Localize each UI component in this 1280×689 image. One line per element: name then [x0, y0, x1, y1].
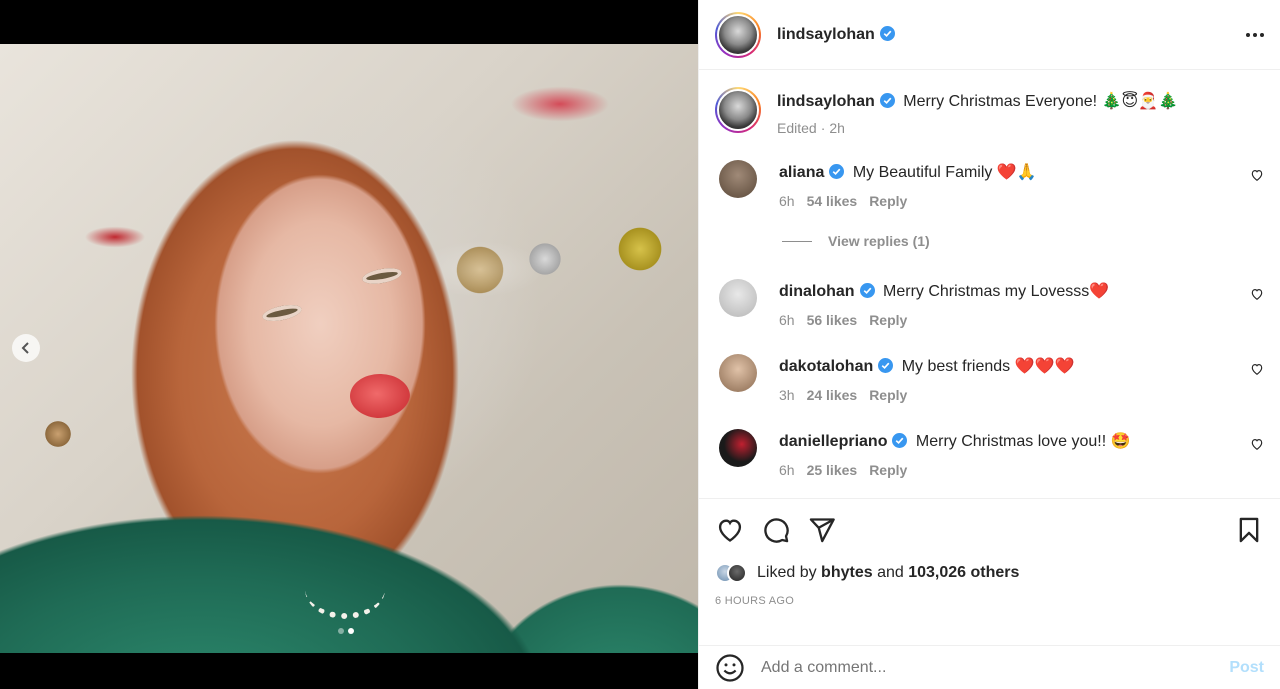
comment-like-heart-icon[interactable] [1250, 362, 1264, 376]
liked-by-user[interactable]: bhytes [821, 564, 873, 581]
caption-meta: Edited · 2h [777, 118, 845, 138]
comment-avatar[interactable] [719, 354, 757, 392]
comment-username[interactable]: dakotalohan [779, 358, 873, 375]
caption: lindsaylohan Merry Christmas Everyone! 🎄… [715, 87, 1264, 138]
more-options-icon[interactable] [1246, 27, 1264, 43]
comment-like-heart-icon[interactable] [1250, 168, 1264, 182]
comment-time[interactable]: 3h [779, 385, 795, 405]
comment-text: My Beautiful Family [852, 164, 993, 181]
comment-button[interactable] [761, 515, 791, 545]
comment-username[interactable]: daniellepriano [779, 433, 887, 450]
author-avatar[interactable] [715, 11, 761, 58]
comment-emoji: 🤩 [1110, 431, 1131, 450]
comment-icon [764, 518, 789, 543]
save-button[interactable] [1234, 515, 1264, 545]
comment-meta: 6h 54 likes Reply [779, 191, 1037, 211]
comment-item: daniellepriano Merry Christmas love you!… [715, 427, 1264, 480]
comment-text: Merry Christmas love you!! [915, 433, 1107, 450]
liked-by: Liked by bhytes and 103,026 others [715, 563, 1264, 583]
photo-lips [350, 374, 410, 418]
comment-avatar[interactable] [719, 429, 757, 467]
post-comment-button[interactable]: Post [1229, 659, 1264, 677]
comment-username[interactable]: dinalohan [779, 283, 855, 300]
comment-like-heart-icon[interactable] [1250, 437, 1264, 451]
comment-item: aliana My Beautiful Family ❤️🙏 6h 54 lik… [715, 158, 1264, 211]
verified-badge-icon [859, 283, 875, 298]
action-bar [715, 499, 1264, 561]
reply-button[interactable]: Reply [869, 385, 907, 405]
post-timestamp[interactable]: 6 HOURS AGO [715, 595, 1264, 607]
add-comment-bar: Post [699, 645, 1280, 689]
emoji-smile-icon[interactable] [715, 653, 745, 683]
comment-username[interactable]: aliana [779, 164, 824, 181]
comment-likes[interactable]: 54 likes [807, 191, 858, 211]
comment-emoji: ❤️🙏 [996, 162, 1037, 181]
comment-meta: 6h 25 likes Reply [779, 460, 1131, 480]
view-replies-button[interactable]: View replies (1) [782, 233, 1264, 249]
comment-avatar[interactable] [719, 279, 757, 317]
share-button[interactable] [807, 515, 837, 545]
caption-username[interactable]: lindsaylohan [777, 93, 875, 110]
post-header: lindsaylohan [699, 0, 1280, 70]
post-actions-section: Liked by bhytes and 103,026 others 6 HOU… [699, 498, 1280, 607]
comment-likes[interactable]: 25 likes [807, 460, 858, 480]
comment-time[interactable]: 6h [779, 191, 795, 211]
post-side-panel: lindsaylohan lindsaylohan Merry Christma… [698, 0, 1280, 689]
reply-button[interactable]: Reply [869, 191, 907, 211]
comment-likes[interactable]: 56 likes [807, 310, 858, 330]
comment-item: dakotalohan My best friends ❤️❤️❤️ 3h 24… [715, 352, 1264, 405]
photo-necklace [305, 559, 385, 619]
comment-text: My best friends [901, 358, 1011, 375]
comment-text: Merry Christmas my Lovesss [883, 283, 1090, 300]
liked-by-label: Liked by [757, 564, 817, 581]
verified-badge-icon [892, 433, 908, 448]
comment-meta: 6h 56 likes Reply [779, 310, 1109, 330]
liked-by-others[interactable]: 103,026 others [908, 564, 1019, 581]
verified-badge-icon [829, 164, 845, 179]
carousel-dots [338, 628, 354, 634]
instagram-post-view: lindsaylohan lindsaylohan Merry Christma… [0, 0, 1280, 689]
chevron-left-icon [21, 342, 29, 354]
post-media [0, 0, 698, 689]
caption-avatar[interactable] [715, 87, 761, 133]
carousel-dot-active[interactable] [348, 628, 354, 634]
paper-plane-icon [809, 518, 835, 543]
carousel-prev-button[interactable] [12, 334, 40, 362]
reply-button[interactable]: Reply [869, 460, 907, 480]
comment-time[interactable]: 6h [779, 310, 795, 330]
caption-emoji: 🎄😇🎅🎄 [1101, 91, 1178, 110]
heart-icon [718, 519, 742, 542]
add-comment-input[interactable] [761, 658, 1230, 677]
comment-emoji: ❤️ [1089, 281, 1110, 300]
verified-badge-icon [879, 25, 895, 41]
photo-face [200, 164, 440, 504]
caption-text: Merry Christmas Everyone! [903, 93, 1098, 110]
comment-emoji: ❤️❤️❤️ [1014, 356, 1075, 375]
comment-avatar[interactable] [719, 160, 757, 198]
author-username[interactable]: lindsaylohan [777, 25, 895, 44]
liker-avatar[interactable] [727, 563, 747, 583]
view-replies-label: View replies (1) [828, 233, 930, 249]
comment-meta: 3h 24 likes Reply [779, 385, 1074, 405]
verified-badge-icon [878, 358, 894, 373]
caption-time[interactable]: 2h [829, 118, 845, 138]
comment-like-heart-icon[interactable] [1250, 287, 1264, 301]
like-button[interactable] [715, 515, 745, 545]
verified-badge-icon [879, 93, 895, 108]
comment-item: dinalohan Merry Christmas my Lovesss❤️ 6… [715, 277, 1264, 330]
view-replies-divider [782, 240, 812, 242]
comments-list: lindsaylohan Merry Christmas Everyone! 🎄… [699, 71, 1280, 498]
reply-button[interactable]: Reply [869, 310, 907, 330]
carousel-dot[interactable] [338, 628, 344, 634]
post-photo[interactable] [0, 44, 698, 653]
liked-by-and: and [877, 564, 904, 581]
comment-likes[interactable]: 24 likes [807, 385, 858, 405]
edited-label: Edited [777, 120, 817, 136]
bookmark-icon [1239, 517, 1259, 543]
comment-time[interactable]: 6h [779, 460, 795, 480]
